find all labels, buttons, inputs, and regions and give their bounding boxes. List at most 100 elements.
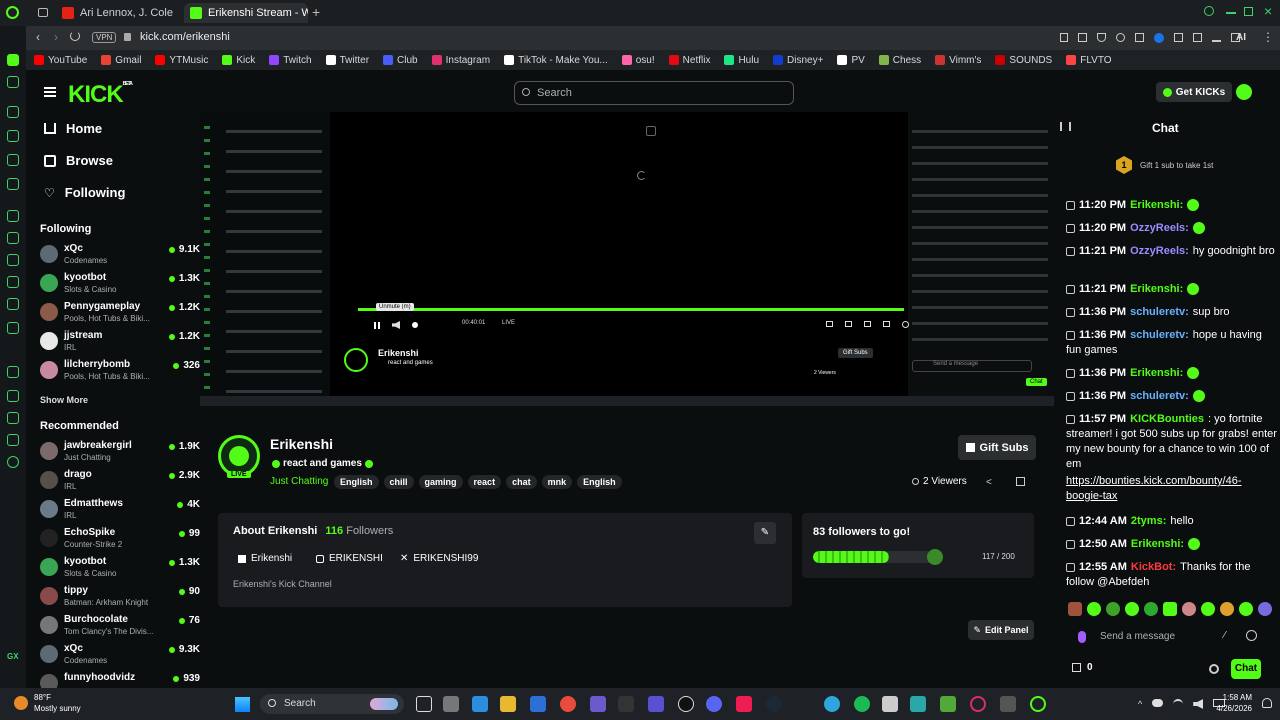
workspaces-icon[interactable] — [38, 8, 48, 17]
chat-input[interactable]: Send a message ⁄ — [1066, 626, 1268, 650]
message-username[interactable]: schuleretv: — [1130, 329, 1189, 341]
sidebar-spotify-icon[interactable] — [7, 366, 19, 378]
tag-chip[interactable]: react — [467, 475, 502, 489]
chat-message[interactable]: 11:36 PM Erikenshi: — [1066, 366, 1278, 381]
sidebar-instagram-icon[interactable] — [7, 276, 19, 288]
wallet-icon[interactable] — [1135, 33, 1144, 42]
bookmark-item[interactable]: Gmail — [101, 55, 141, 66]
bookmark-item[interactable]: osu! — [621, 55, 655, 66]
chat-send-button[interactable]: Chat — [1231, 659, 1261, 679]
search-tabs-icon[interactable] — [1204, 6, 1214, 16]
show-more-link[interactable]: Show More — [40, 395, 88, 405]
bookmark-item[interactable]: Disney+ — [773, 55, 823, 66]
edit-panel-button[interactable]: ✎ Edit Panel — [968, 620, 1034, 640]
ai-button[interactable]: AI — [1236, 32, 1246, 43]
vpn-app-icon[interactable] — [590, 696, 606, 712]
maximize-icon[interactable] — [1244, 7, 1253, 16]
sidebar-channel[interactable]: kyootbot Slots & Casino 1.3K — [40, 555, 200, 583]
tray-chevron-icon[interactable]: ^ — [1138, 699, 1142, 709]
popout-icon[interactable] — [646, 126, 656, 136]
emote-icon[interactable] — [1087, 602, 1101, 616]
sidebar-channel[interactable]: Burchocolate Tom Clancy's The Divis... 76 — [40, 613, 200, 641]
clock-date[interactable]: 4/26/2026 — [1210, 704, 1252, 713]
volume-icon[interactable] — [1193, 699, 1204, 709]
forward-icon[interactable]: › — [54, 30, 58, 44]
sidebar-channel[interactable]: jjstream IRL 1.2K — [40, 329, 200, 357]
back-icon[interactable]: ‹ — [36, 30, 40, 44]
emote-icon[interactable] — [1201, 602, 1215, 616]
message-username[interactable]: Erikenshi: — [1131, 538, 1184, 550]
heart-icon[interactable] — [1116, 33, 1125, 42]
chat-message[interactable]: 11:20 PM Erikenshi: — [1066, 198, 1278, 213]
emote-icon[interactable] — [1106, 602, 1120, 616]
tag-chip[interactable]: gaming — [418, 475, 463, 489]
bookmark-item[interactable]: PV — [837, 55, 865, 66]
emote-icon[interactable] — [1144, 602, 1158, 616]
emote-icon[interactable] — [1125, 602, 1139, 616]
sidebar-whatsapp-icon[interactable] — [7, 154, 19, 166]
nav-browse[interactable]: Browse — [44, 153, 113, 168]
bookmark-item[interactable]: Vimm's — [935, 55, 981, 66]
bookmark-item[interactable]: Twitch — [269, 55, 312, 66]
notepad-app-icon[interactable] — [530, 696, 546, 712]
close-window-icon[interactable]: × — [1264, 3, 1272, 19]
channel-points[interactable]: 0 — [1072, 662, 1093, 673]
tiktok-app-icon[interactable] — [736, 696, 752, 712]
download-icon[interactable] — [1212, 33, 1221, 42]
emote-icon[interactable] — [1239, 602, 1253, 616]
menu-icon[interactable]: ⋮ — [1262, 30, 1274, 44]
bookmark-item[interactable]: YTMusic — [155, 55, 208, 66]
chat-message[interactable]: 11:20 PM OzzyReels: — [1066, 221, 1278, 236]
terminal-app-icon[interactable] — [618, 696, 634, 712]
discord-app-icon[interactable] — [706, 696, 722, 712]
theater-icon[interactable] — [826, 321, 833, 327]
fullscreen-icon[interactable] — [883, 321, 890, 327]
camera-app-icon[interactable] — [1000, 696, 1016, 712]
emote-icon[interactable] — [1182, 602, 1196, 616]
message-username[interactable]: KICKBounties — [1130, 413, 1204, 425]
pip-icon[interactable] — [864, 321, 871, 327]
extensions-icon[interactable] — [1174, 33, 1183, 42]
settings-icon[interactable] — [902, 321, 909, 328]
message-username[interactable]: Erikenshi: — [1130, 199, 1183, 211]
message-username[interactable]: schuleretv: — [1130, 390, 1189, 402]
message-username[interactable]: schuleretv: — [1130, 306, 1189, 318]
app-icon[interactable] — [910, 696, 926, 712]
vpn-badge[interactable]: VPN — [92, 32, 117, 43]
bookmark-item[interactable]: Netflix — [668, 55, 710, 66]
tag-chip[interactable]: English — [577, 475, 622, 489]
edit-about-button[interactable]: ✎ — [754, 522, 776, 544]
clip-icon[interactable] — [845, 321, 852, 327]
mod-view-icon[interactable] — [1016, 477, 1025, 486]
steam-app-icon[interactable] — [766, 696, 782, 712]
tab-youtube[interactable]: Ari Lennox, J. Cole - Shea — [56, 3, 176, 23]
sidebar-channel[interactable]: xQc Codenames 9.3K — [40, 642, 200, 670]
volume-icon[interactable] — [392, 321, 400, 329]
message-username[interactable]: OzzyReels: — [1130, 222, 1189, 234]
tab-kick[interactable]: Erikenshi Stream - Watch l — [184, 3, 308, 23]
sidebar-downloads-icon[interactable] — [7, 412, 19, 424]
app-icon[interactable] — [648, 696, 664, 712]
settings-app-icon[interactable] — [443, 696, 459, 712]
task-view-icon[interactable] — [416, 696, 432, 712]
bookmark-item[interactable]: Twitter — [325, 55, 369, 66]
message-username[interactable]: 2tyms: — [1131, 515, 1166, 527]
bookmark-item[interactable]: Chess — [878, 55, 921, 66]
sidebar-messenger-icon[interactable] — [7, 178, 19, 190]
sidebar-channel[interactable]: lilcherrybomb Pools, Hot Tubs & Biki... 32… — [40, 358, 200, 386]
pause-icon[interactable] — [374, 322, 380, 329]
chat-message[interactable]: 11:21 PM OzzyReels: hy goodnight bro — [1066, 244, 1278, 259]
category-link[interactable]: Just Chatting — [270, 476, 328, 487]
chat-message[interactable]: 11:21 PM Erikenshi: — [1066, 282, 1278, 297]
message-username[interactable]: Erikenshi: — [1130, 367, 1183, 379]
kick-logo[interactable]: KICKBETA — [68, 81, 133, 109]
chat-message[interactable]: 12:55 AM KickBot: Thanks for the follow @A… — [1066, 560, 1278, 590]
sidebar-channel[interactable]: tippy Batman: Arkham Knight 90 — [40, 584, 200, 612]
sidebar-telegram-icon[interactable] — [7, 210, 19, 222]
nav-following[interactable]: ♡ Following — [44, 185, 125, 200]
sidebar-kick-icon[interactable] — [7, 54, 19, 66]
sidebar-vk-icon[interactable] — [7, 254, 19, 266]
share-icon[interactable] — [1193, 33, 1202, 42]
files-app-icon[interactable] — [500, 696, 516, 712]
player-controls-right[interactable] — [826, 321, 909, 328]
